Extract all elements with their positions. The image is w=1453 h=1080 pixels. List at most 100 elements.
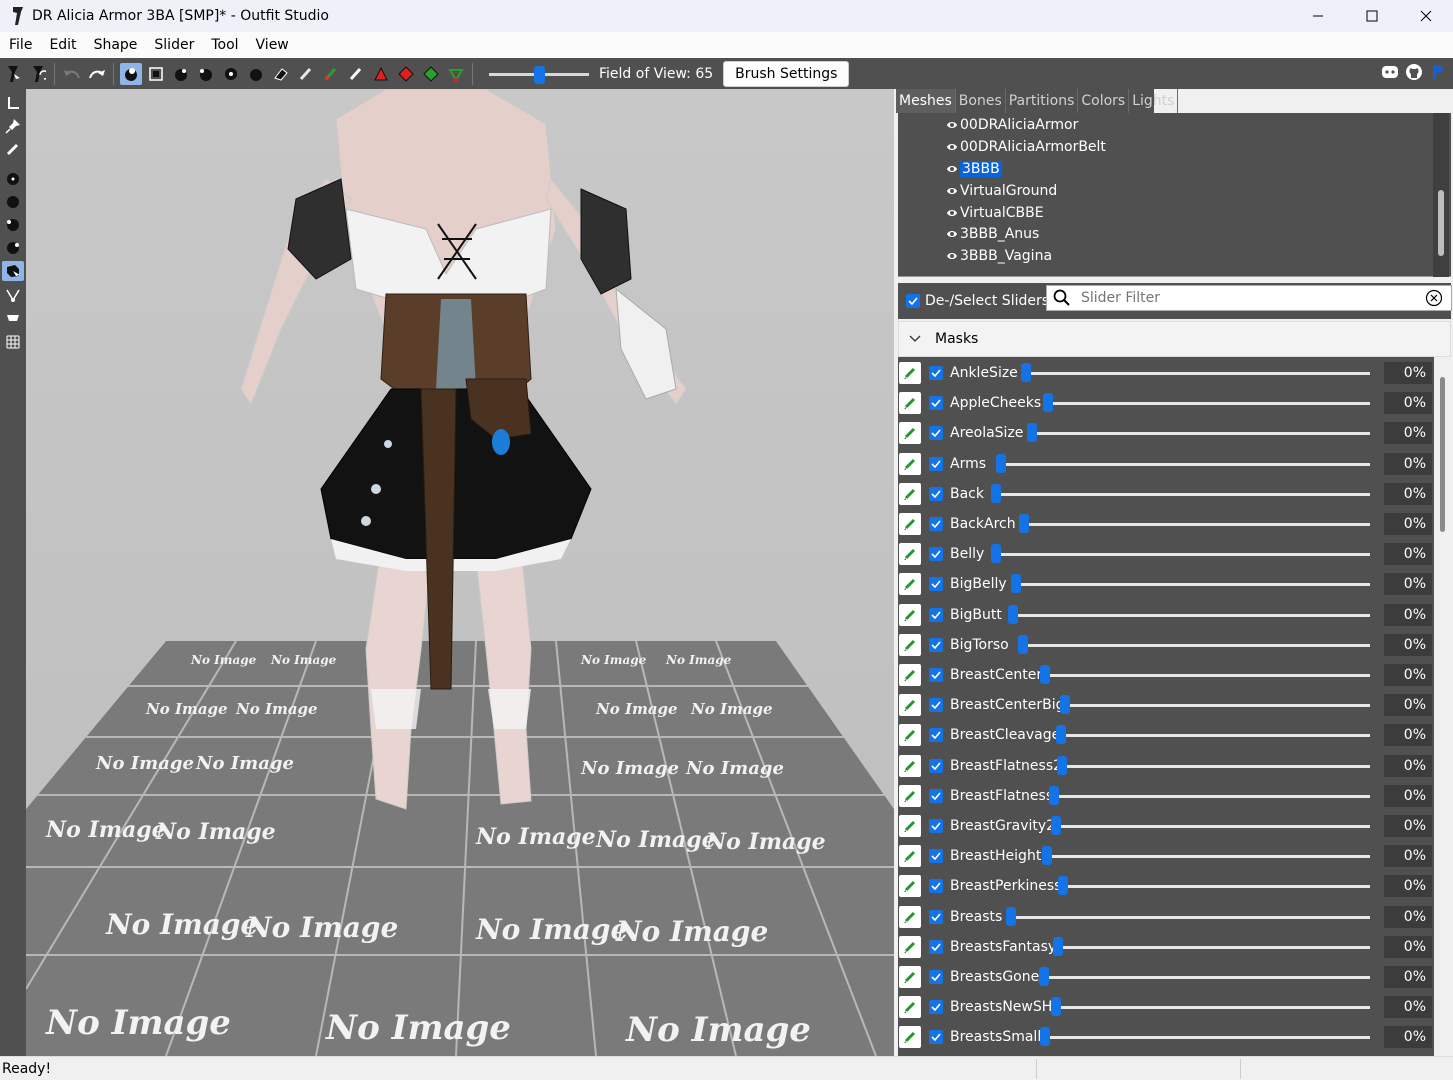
slider-checkbox[interactable]: [929, 1030, 943, 1045]
brush-settings-button[interactable]: Brush Settings: [723, 60, 850, 87]
discord-button[interactable]: [1380, 62, 1399, 82]
clear-filter-icon[interactable]: [1425, 289, 1443, 307]
slider-thumb[interactable]: [1056, 725, 1066, 745]
menu-edit[interactable]: Edit: [44, 37, 81, 53]
color-paint-tool-button[interactable]: [320, 63, 342, 85]
slider-edit-button[interactable]: [899, 633, 921, 656]
slider-value[interactable]: 0%: [1384, 573, 1432, 596]
slider-thumb[interactable]: [1006, 906, 1016, 926]
slider-value[interactable]: 0%: [1384, 935, 1432, 958]
slider-track[interactable]: [1041, 976, 1370, 979]
slider-track[interactable]: [1062, 704, 1370, 708]
slider-edit-button[interactable]: [899, 422, 921, 445]
slider-edit-button[interactable]: [899, 573, 921, 596]
slider-track[interactable]: [1020, 643, 1370, 647]
redo-button[interactable]: [86, 63, 108, 85]
slider-thumb[interactable]: [1008, 604, 1018, 624]
slider-value[interactable]: 0%: [1384, 513, 1432, 535]
visibility-eye-icon[interactable]: [946, 207, 958, 219]
alpha-paint-tool-button[interactable]: [345, 63, 367, 85]
menu-view[interactable]: View: [251, 37, 294, 53]
slider-edit-button[interactable]: [899, 996, 921, 1019]
slider-value[interactable]: 0%: [1384, 694, 1432, 717]
slider-thumb[interactable]: [996, 453, 1006, 473]
grid-tool-button[interactable]: [2, 332, 24, 352]
slider-value[interactable]: 0%: [1384, 724, 1432, 747]
visibility-eye-icon[interactable]: [946, 163, 958, 175]
slider-track[interactable]: [998, 462, 1370, 466]
slider-thumb[interactable]: [1040, 665, 1050, 684]
transform-tool-button[interactable]: [27, 63, 49, 85]
slider-track[interactable]: [1023, 372, 1370, 375]
viewport-scene[interactable]: No Image No Image No Image No Image No I…: [26, 89, 894, 1056]
slider-checkbox[interactable]: [929, 577, 943, 592]
mesh-item[interactable]: 3BBB_Anus: [946, 223, 1039, 244]
weight-paint-tool-button[interactable]: [295, 63, 317, 85]
slider-value[interactable]: 0%: [1384, 392, 1432, 415]
slider-checkbox[interactable]: [929, 939, 943, 954]
deselect-sliders-checkbox[interactable]: [906, 294, 920, 308]
slider-edit-button[interactable]: [899, 603, 921, 626]
slider-checkbox[interactable]: [929, 668, 943, 682]
github-button[interactable]: [1404, 62, 1423, 82]
slider-checkbox[interactable]: [929, 970, 943, 984]
slider-value[interactable]: 0%: [1384, 754, 1432, 777]
rotate-tool-button[interactable]: [2, 308, 24, 328]
slider-checkbox[interactable]: [929, 728, 943, 743]
tab-partitions[interactable]: Partitions: [1006, 89, 1079, 113]
slider-edit-button[interactable]: [899, 754, 921, 777]
brush-mask-tool-button[interactable]: [119, 62, 142, 85]
slider-checkbox[interactable]: [929, 849, 943, 864]
slider-thumb[interactable]: [1011, 574, 1021, 594]
slider-thumb[interactable]: [1057, 755, 1067, 775]
mesh-item[interactable]: 00DRAliciaArmorBelt: [946, 136, 1106, 157]
slider-value[interactable]: 0%: [1384, 664, 1432, 686]
mesh-item-selected[interactable]: 3BBB: [946, 158, 1002, 179]
slider-edit-button[interactable]: [899, 362, 921, 384]
visibility-eye-icon[interactable]: [946, 119, 958, 131]
patreon-button[interactable]: [1428, 62, 1447, 82]
menu-shape[interactable]: Shape: [89, 37, 143, 53]
slider-value[interactable]: 0%: [1384, 452, 1432, 475]
tab-meshes[interactable]: Meshes: [896, 89, 956, 113]
unmask-tool-button[interactable]: [145, 63, 167, 85]
slider-list-scrollbar[interactable]: [1434, 357, 1451, 1056]
slider-value[interactable]: 0%: [1384, 996, 1432, 1019]
slider-thumb[interactable]: [1058, 876, 1068, 896]
slider-track[interactable]: [1051, 794, 1370, 798]
brush-medium-button[interactable]: [2, 192, 24, 212]
anchor-tool-button[interactable]: [2, 93, 24, 113]
mesh-item[interactable]: 00DRAliciaArmor: [946, 114, 1078, 135]
slider-thumb[interactable]: [1051, 997, 1061, 1017]
slider-track[interactable]: [1021, 523, 1370, 526]
slider-edit-button[interactable]: [899, 875, 921, 898]
slider-checkbox[interactable]: [929, 486, 943, 501]
undo-button[interactable]: [61, 63, 83, 85]
brush-xlarge-button[interactable]: [2, 238, 24, 258]
slider-track[interactable]: [1042, 674, 1370, 677]
slider-checkbox[interactable]: [929, 788, 943, 803]
slider-checkbox[interactable]: [929, 366, 943, 380]
slider-checkbox[interactable]: [929, 607, 943, 622]
slider-value[interactable]: 0%: [1384, 905, 1432, 928]
scrollbar-thumb[interactable]: [1440, 377, 1445, 532]
visibility-eye-icon[interactable]: [946, 185, 958, 197]
slider-track[interactable]: [1013, 583, 1370, 587]
slider-track[interactable]: [1010, 613, 1370, 617]
slider-edit-button[interactable]: [899, 1026, 921, 1049]
slider-thumb[interactable]: [1049, 785, 1059, 805]
slider-thumb[interactable]: [1018, 634, 1028, 654]
slider-edit-button[interactable]: [899, 664, 921, 686]
fov-slider-thumb[interactable]: [534, 65, 545, 84]
close-button[interactable]: [1399, 0, 1453, 32]
slider-edit-button[interactable]: [899, 392, 921, 415]
slider-track[interactable]: [1055, 945, 1370, 949]
field-of-view-slider[interactable]: [489, 63, 589, 85]
slider-thumb[interactable]: [1053, 936, 1063, 956]
slider-checkbox[interactable]: [929, 637, 943, 652]
slider-edit-button[interactable]: [899, 724, 921, 747]
slider-thumb[interactable]: [1039, 967, 1049, 986]
slider-edit-button[interactable]: [899, 905, 921, 928]
tab-bones[interactable]: Bones: [956, 89, 1006, 113]
slider-value[interactable]: 0%: [1384, 543, 1432, 566]
